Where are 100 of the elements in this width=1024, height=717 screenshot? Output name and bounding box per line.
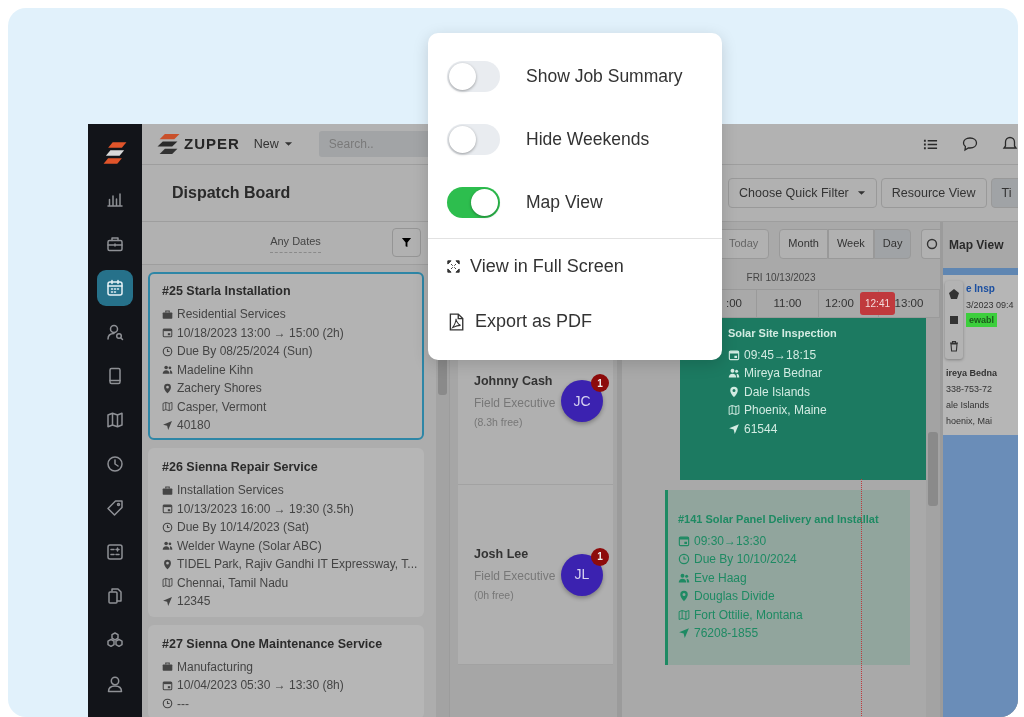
detail-text: 09:45→18:15 <box>744 346 817 364</box>
toggle-switch[interactable] <box>447 61 500 92</box>
detail-text: Douglas Divide <box>694 588 775 606</box>
technician-name: ireya Bedna <box>946 367 998 380</box>
briefcase-icon <box>162 661 173 672</box>
map-icon <box>106 411 124 429</box>
sidebar-item[interactable] <box>97 270 133 306</box>
scrollbar[interactable] <box>926 318 940 717</box>
user-search-icon <box>106 323 124 341</box>
calendar-icon <box>728 348 740 361</box>
toggle-switch[interactable] <box>447 124 500 155</box>
detail-text: 40180 <box>177 417 211 434</box>
detail-text: 76208-1855 <box>694 625 759 643</box>
tag-icon <box>106 499 124 517</box>
detail-text: Manufacturing <box>177 658 254 676</box>
status-tag: ewabl <box>966 313 997 327</box>
filter-button[interactable] <box>392 228 421 257</box>
hour-label: 11:00 <box>757 290 819 317</box>
location-pin-icon <box>678 590 690 603</box>
caret-icon <box>856 190 866 196</box>
clock-icon <box>162 698 173 709</box>
users-icon <box>162 540 173 552</box>
clock-icon <box>162 521 173 533</box>
resource-name: Josh Lee <box>474 546 530 564</box>
count-badge: 1 <box>591 374 609 392</box>
map-icon <box>162 577 173 589</box>
logo-icon <box>156 133 180 155</box>
boxes-icon <box>106 631 124 649</box>
pdf-file-icon <box>447 312 465 331</box>
options-button[interactable] <box>921 228 942 259</box>
detail-text: Casper, Vermont <box>177 398 267 416</box>
toggle-label: Map View <box>526 191 603 215</box>
job-card[interactable]: #25 Starla Installation Residential Services 10/18/2023 13:00 → 15:00 (2h) Due By 08/25/2024 (Sun) Madeline Kihn Zachery Shores Casper, Vermont 40180 <box>148 272 424 441</box>
detail-text: Dale Islands <box>744 383 811 401</box>
clock-icon <box>106 455 124 473</box>
chat-icon[interactable] <box>962 136 978 152</box>
detail-text: Phoenix, Maine <box>744 402 827 420</box>
detail-text: TIDEL Park, Rajiv Gandhi IT Expressway, T... <box>177 556 418 574</box>
detail-text: 10/18/2023 13:00 → 15:00 (2h) <box>177 324 344 342</box>
clock-icon <box>678 553 690 566</box>
pentagon-icon[interactable] <box>948 288 960 300</box>
detail-text: 10/13/2023 16:00 → 19:30 (3.5h) <box>177 500 354 518</box>
detail-text: Zachery Shores <box>177 380 262 397</box>
job-event[interactable]: Solar Site Inspection 09:45→18:15 Mireya Bednar Dale Islands Phoenix, Maine 61544 <box>680 318 926 480</box>
count-badge: 1 <box>591 547 609 566</box>
clock-icon <box>162 345 173 357</box>
resource-name: Johnny Cash <box>474 372 554 390</box>
job-link[interactable]: e Insp <box>966 281 995 297</box>
calendar-icon <box>162 679 173 691</box>
detail-text: Due By 10/14/2023 (Sat) <box>177 519 310 537</box>
calculator-icon <box>106 543 124 561</box>
phone-number: 338-753-72 <box>946 383 993 396</box>
detail-text: 12345 <box>177 593 211 611</box>
quick-filter-dropdown[interactable]: Choose Quick Filter <box>728 178 877 208</box>
calendar-icon <box>162 503 173 515</box>
panel-title: Map View <box>948 237 1005 254</box>
users-icon <box>162 364 173 375</box>
map-icon <box>162 401 173 412</box>
view-tab[interactable]: Week <box>827 228 874 259</box>
date-filter[interactable]: Any Dates <box>270 233 321 253</box>
detail-text: 61544 <box>744 420 778 438</box>
bell-icon[interactable] <box>1002 136 1018 152</box>
detail-text: 09:30→13:30 <box>694 532 767 550</box>
detail-text: Madeline Kihn <box>177 361 254 379</box>
detail-text: Installation Services <box>177 482 284 500</box>
location-pin-icon <box>162 558 173 570</box>
logo-icon <box>103 141 127 165</box>
new-menu-button[interactable]: New <box>253 134 293 154</box>
detail-text: Fort Ottilie, Montana <box>694 606 803 624</box>
detail-text: Due By 08/25/2024 (Sun) <box>177 343 313 360</box>
users-icon <box>678 571 690 584</box>
event-title: #141 Solar Panel Delivery and Installat <box>678 512 880 527</box>
briefcase-icon <box>106 235 124 253</box>
briefcase-icon <box>162 308 173 320</box>
navigation-arrow-icon <box>678 627 690 640</box>
event-title: Solar Site Inspection <box>728 326 838 341</box>
navigation-arrow-icon <box>162 595 173 607</box>
job-card[interactable]: #26 Sienna Repair Service Installation Services 10/13/2023 16:00 → 19:30 (3.5h) Due By 10/14/2023 (Sat) Welder Wayne (Solar ABC) TIDEL Park, Rajiv Gandhi IT Expressway, T... Chennai, Tamil Nadu 12345 <box>148 448 424 617</box>
map-icon <box>678 608 690 621</box>
user-icon <box>106 675 124 693</box>
calendar-icon <box>678 534 690 547</box>
detail-text: 10/04/2023 05:30 → 13:30 (8h) <box>177 677 344 694</box>
view-button[interactable]: Ti <box>990 178 1018 208</box>
toggle-label: Hide Weekends <box>526 128 650 152</box>
square-icon[interactable] <box>948 314 960 326</box>
detail-text: --- <box>177 695 189 713</box>
view-button[interactable]: Resource View <box>880 178 987 208</box>
calendar-icon <box>162 327 173 338</box>
current-time-badge: 12:41 <box>860 292 896 315</box>
view-tab[interactable]: Day <box>873 228 912 259</box>
job-title: #25 Starla Installation <box>162 283 292 300</box>
expand-icon <box>447 260 460 273</box>
trash-icon[interactable] <box>948 340 960 352</box>
toggle-switch[interactable] <box>447 187 500 218</box>
job-card[interactable]: #27 Sienna One Maintenance Service Manufacturing 10/04/2023 05:30 → 13:30 (8h) --- <box>148 624 424 717</box>
documents-icon <box>106 587 124 605</box>
bar-chart-icon <box>106 191 124 209</box>
address-text: ale Islands <box>946 399 990 412</box>
resource-role: Field Executive <box>474 568 556 585</box>
view-tab[interactable]: Month <box>779 228 828 259</box>
